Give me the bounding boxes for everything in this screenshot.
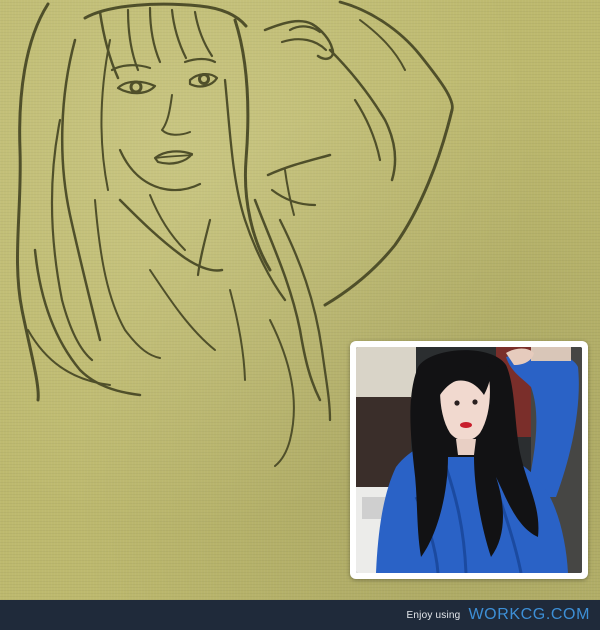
reference-photo <box>356 347 582 573</box>
hair-strand <box>33 248 142 397</box>
hair-strand <box>100 39 111 191</box>
pupil-left <box>129 80 143 94</box>
bangs <box>170 8 188 60</box>
bangs <box>193 10 214 58</box>
elbow-fold <box>284 169 295 216</box>
hair-outline-right <box>233 18 272 272</box>
brow-right <box>183 57 217 64</box>
bangs <box>126 8 140 72</box>
hair-strand <box>278 218 332 422</box>
brow-left <box>110 64 152 72</box>
hair-strand <box>253 198 322 402</box>
sleeve-fold <box>359 19 406 71</box>
fingers <box>280 38 328 52</box>
reference-photo-frame <box>350 341 588 579</box>
forearm <box>328 48 397 182</box>
garment-fold <box>149 269 216 351</box>
hair-strand <box>94 199 161 359</box>
hair-strand <box>269 319 295 467</box>
sleeve-fold <box>353 98 382 162</box>
elbow-fold <box>266 153 332 177</box>
lip-line <box>155 154 193 159</box>
elbow-fold <box>270 188 317 207</box>
image-stage: Enjoy using WORKCG.COM <box>0 0 600 630</box>
bangs <box>148 6 162 64</box>
hair-strand <box>50 118 94 362</box>
watermark-text: Enjoy using <box>406 609 461 621</box>
garment-fold <box>229 289 246 381</box>
watermark-brand: WORKCG.COM <box>468 606 590 623</box>
nose <box>161 94 191 136</box>
hair-strand <box>27 329 111 386</box>
pupil-right <box>198 73 210 85</box>
watermark-bar: Enjoy using WORKCG.COM <box>0 600 600 630</box>
hair-strand <box>60 38 102 342</box>
head-top <box>83 2 248 28</box>
reference-photo-scene <box>356 347 582 573</box>
neck <box>149 194 186 251</box>
hair-strand <box>223 78 287 302</box>
arm-outer <box>323 108 454 307</box>
hair-outline-left <box>16 2 50 402</box>
